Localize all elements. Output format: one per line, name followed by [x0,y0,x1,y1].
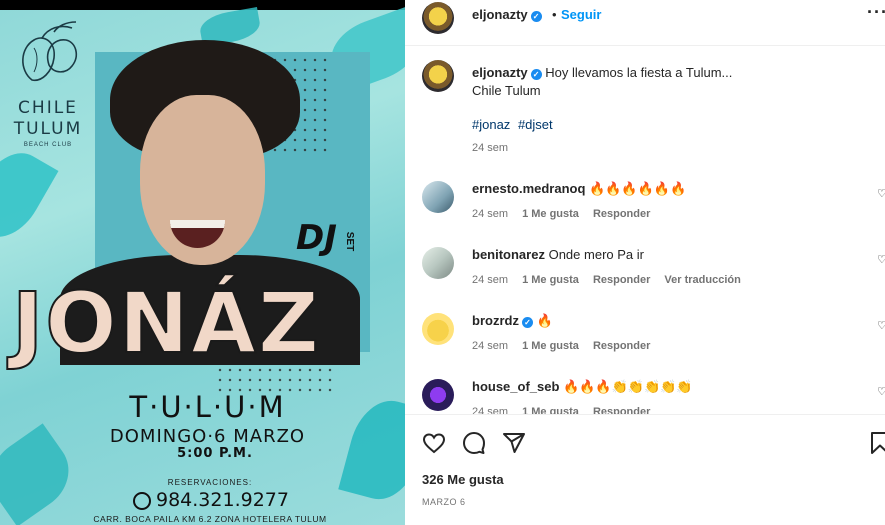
avatar[interactable] [422,2,454,34]
post-caption: eljonazty ✓ Hoy llevamos la fiesta a Tulu… [472,64,872,100]
caption-timestamp: 24 sem [472,142,509,154]
comment-bubble-icon[interactable] [462,431,486,455]
event-time: 5:00 P.M. [177,446,253,461]
verified-badge-icon: ✓ [521,317,533,328]
post-actions-bar: 326 Me gusta MARZO 6 [405,414,885,525]
image-top-bar [0,0,405,10]
post-side-panel: eljonazty✓ • Seguir ··· eljonazty✓ Hoy l… [405,0,885,525]
comment-item: benitonarez Onde mero Pa ir 24 sem 1 Me g… [405,247,885,307]
like-count[interactable]: 326 Me gusta [422,472,504,487]
dj-logo-text: DJ [296,218,337,258]
caption-hashtags: #jonaz #djset [472,117,557,132]
reservation-phone: 984.321.9277 [156,489,289,511]
verified-badge-icon: ✓ [530,69,542,80]
see-translation-button[interactable]: Ver traducción [664,274,740,286]
hashtag-link[interactable]: #jonaz [472,117,510,132]
comment-timestamp: 24 sem [472,340,509,352]
comment-like-heart-icon[interactable]: ♡ [877,385,885,398]
venue-address: CARR. BOCA PAILA KM 6.2 ZONA HOTELERA TU… [93,514,327,524]
comment-text: 🔥 [536,313,553,328]
comment-like-heart-icon[interactable]: ♡ [877,187,885,200]
follow-button[interactable]: Seguir [561,7,601,22]
brand-subtitle: BEACH CLUB [23,142,73,148]
post-image[interactable]: CHILE TULUM BEACH CLUB DJ SET JONÁZ T·U·… [0,0,405,525]
brand-line-1: CHILE [18,98,78,118]
comment-reply-button[interactable]: Responder [593,274,650,286]
comment-text: 🔥🔥🔥👏👏👏👏👏 [563,379,693,394]
comment-username[interactable]: brozrdz [472,313,519,328]
whatsapp-icon [133,492,151,510]
brand-line-2: TULUM [13,119,83,139]
comment-likes-link[interactable]: 1 Me gusta [522,274,579,286]
comment-like-heart-icon[interactable]: ♡ [877,253,885,266]
hashtag-link[interactable]: #djset [518,117,553,132]
more-options-icon[interactable]: ··· [867,2,885,23]
header-username-text[interactable]: eljonazty [472,7,528,22]
comment-reply-button[interactable]: Responder [593,208,650,220]
comment-username[interactable]: house_of_seb [472,379,559,394]
comment-text: 🔥🔥🔥🔥🔥🔥 [589,181,687,196]
reservations-label: RESERVACIONES: [167,478,253,487]
post-date: MARZO 6 [422,497,466,507]
comment-timestamp: 24 sem [472,208,509,220]
comment-timestamp: 24 sem [472,274,509,286]
comment-likes-link[interactable]: 1 Me gusta [522,340,579,352]
event-date: DOMINGO·6 MARZO [109,426,306,447]
verified-badge-icon: ✓ [530,11,542,22]
comment-likes-link[interactable]: 1 Me gusta [522,208,579,220]
caption-username[interactable]: eljonazty [472,65,528,80]
post-header: eljonazty✓ • Seguir ··· [405,0,885,46]
share-send-icon[interactable] [502,431,526,455]
comment-username[interactable]: ernesto.medranoq [472,181,585,196]
avatar[interactable] [422,313,454,345]
palm-leaf-decoration [338,392,405,508]
caption-text: Hoy llevamos la fiesta a Tulum... [545,65,733,80]
dj-set-text: SET [344,231,356,252]
comment-item: ernesto.medranoq 🔥🔥🔥🔥🔥🔥 24 sem 1 Me gusta… [405,181,885,241]
event-city: T·U·L·U·M [129,390,286,424]
comment-like-heart-icon[interactable]: ♡ [877,319,885,332]
comment-reply-button[interactable]: Responder [593,340,650,352]
brand-name: CHILE TULUM [2,98,94,140]
instagram-post-view: CHILE TULUM BEACH CLUB DJ SET JONÁZ T·U·… [0,0,885,525]
palm-leaf-decoration [0,423,83,525]
caption-text-line2: Chile Tulum [472,83,541,98]
avatar[interactable] [422,60,454,92]
palm-leaf-decoration [0,141,59,249]
like-heart-icon[interactable] [422,431,446,455]
comment-username[interactable]: benitonarez [472,247,545,262]
avatar[interactable] [422,379,454,411]
avatar[interactable] [422,181,454,213]
header-username[interactable]: eljonazty ✓ [472,7,542,22]
comment-item: brozrdz ✓ 🔥 24 sem 1 Me gusta Responder ♡ [405,313,885,373]
chile-tulum-logo-icon [22,21,78,82]
artist-name: JONÁZ [11,274,321,372]
avatar[interactable] [422,247,454,279]
header-separator: • [552,7,557,22]
comment-text: Onde mero Pa ir [548,247,644,262]
save-bookmark-icon[interactable] [868,431,885,455]
